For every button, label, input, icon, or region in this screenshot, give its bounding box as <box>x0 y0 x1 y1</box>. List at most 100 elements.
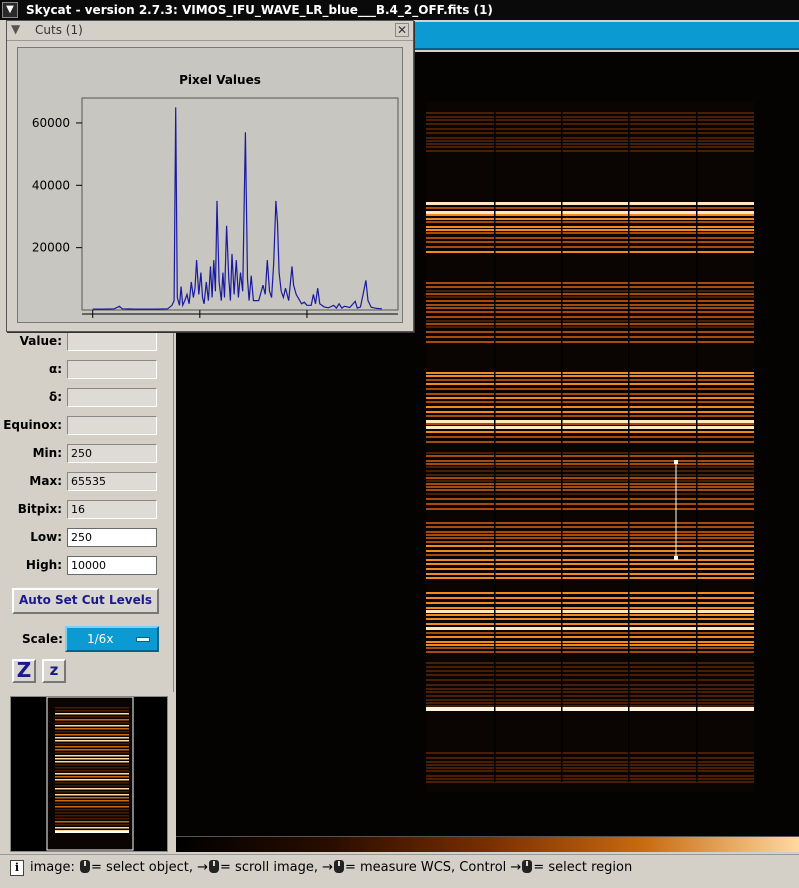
spectrum-band <box>426 636 754 638</box>
spectrum-band <box>426 211 754 214</box>
spectrum-band <box>426 290 754 292</box>
spectrum-band <box>426 632 754 634</box>
panner-band <box>55 710 129 712</box>
equinox-field <box>67 416 157 435</box>
spectrum-band <box>426 137 754 139</box>
info-icon: i <box>10 860 24 876</box>
spectrum-band <box>426 486 754 488</box>
spectrum-band <box>426 534 754 536</box>
spectrum-band <box>426 202 754 205</box>
pixel-values-graph[interactable]: Pixel Values 20000 40000 60000 0 200 400 <box>17 47 404 324</box>
spectrum-band <box>426 393 754 395</box>
panner-thumbnail[interactable] <box>10 696 168 852</box>
spectrum-band <box>426 466 754 468</box>
x-tick-label: 400 <box>295 323 318 324</box>
spectrum-band <box>426 221 754 223</box>
panner-band <box>55 779 129 781</box>
spectrum-band <box>426 770 754 772</box>
spectrum-band <box>426 480 754 482</box>
panner-band <box>55 740 129 742</box>
spectrum-band <box>426 699 754 701</box>
spectrum-band <box>426 545 754 547</box>
x-tick-label: 0 <box>89 323 97 324</box>
spectrum-band <box>426 767 754 769</box>
spectrum-band <box>426 707 754 711</box>
spectrum-band <box>426 282 754 284</box>
scale-select[interactable]: 1/6x <box>65 626 159 652</box>
panner-band <box>55 773 129 775</box>
high-cut-input[interactable]: 10000 <box>67 556 157 575</box>
spectrum-band <box>426 477 754 479</box>
colorbar[interactable] <box>176 836 799 852</box>
status-part: = measure WCS, Control → <box>344 860 522 875</box>
field-max: Max: 65535 <box>6 472 174 492</box>
panner-band <box>55 818 129 820</box>
spectrum-band <box>426 307 754 309</box>
marker-handle[interactable] <box>674 556 678 560</box>
spectrum-band <box>426 651 754 653</box>
panner-band <box>55 803 129 805</box>
spectrum-band <box>426 691 754 693</box>
cuts-dialog-titlebar[interactable]: ▼ Cuts (1) ✕ <box>7 21 413 41</box>
fiber-gap <box>561 112 563 782</box>
low-cut-input[interactable]: 250 <box>67 528 157 547</box>
zoom-in-button[interactable]: Z <box>12 659 36 683</box>
pixel-values-chart[interactable]: Pixel Values 20000 40000 60000 0 200 400 <box>18 48 404 324</box>
panner-band <box>55 749 129 751</box>
chevron-down-icon[interactable]: ▼ <box>11 22 20 36</box>
spectrum-band <box>426 326 754 328</box>
spectrum-band <box>426 761 754 763</box>
spectrum-band <box>426 554 754 556</box>
panner-band <box>55 791 129 793</box>
panner-band <box>55 806 129 808</box>
dec-field <box>67 388 157 407</box>
field-label: High: <box>25 558 62 572</box>
spectrum-band <box>426 522 754 524</box>
spectrum-band <box>426 597 754 599</box>
spectrum-band <box>426 627 754 630</box>
status-bar: i image: = select object, → = scroll imag… <box>0 854 799 888</box>
field-equinox: Equinox: <box>3 416 174 436</box>
zoom-out-button[interactable]: z <box>42 659 66 683</box>
chevron-down-icon[interactable]: ▼ <box>2 2 18 18</box>
status-part: = select object, → <box>91 860 209 875</box>
spectrum-band <box>426 531 754 533</box>
spectrum-band <box>426 775 754 777</box>
spectrum-band <box>426 214 754 216</box>
cuts-dialog-title: Cuts (1) <box>35 23 83 37</box>
spectrum-band <box>426 644 754 646</box>
spectrum-band <box>426 379 754 381</box>
spectrum-band <box>426 702 754 704</box>
value-field <box>67 332 157 351</box>
panner-band <box>55 812 129 814</box>
spectrum-band <box>426 229 754 231</box>
panner-band <box>55 725 129 727</box>
spectrum-band <box>426 452 754 454</box>
close-icon[interactable]: ✕ <box>395 23 409 37</box>
max-field: 65535 <box>67 472 157 491</box>
spectrum-band <box>426 411 754 413</box>
spectrum-band <box>426 559 754 561</box>
spectrum-band <box>426 470 754 472</box>
mouse-left-icon <box>522 860 533 873</box>
main-window-titlebar[interactable]: ▼ Skycat - version 2.7.3: VIMOS_IFU_WAVE… <box>0 0 799 20</box>
cuts-dialog[interactable]: ▼ Cuts (1) ✕ Pixel Values 20000 40000 60000… <box>6 20 414 332</box>
spectrum-band <box>426 489 754 491</box>
spectrum-band <box>426 563 754 565</box>
marker-handle[interactable] <box>674 460 678 464</box>
spectrum-band <box>426 237 754 239</box>
panner-band <box>55 734 129 736</box>
panner-band <box>55 785 129 787</box>
spectrum-band <box>426 679 754 681</box>
spectrum-band <box>426 684 754 686</box>
menu-bar[interactable] <box>410 22 799 50</box>
spectrum-band <box>426 372 754 374</box>
panner-band <box>55 746 129 748</box>
panner-band <box>55 782 129 784</box>
fiber-gap <box>494 112 496 782</box>
spectrum-band <box>426 375 754 377</box>
panner-band <box>55 752 129 754</box>
auto-set-cut-levels-button[interactable]: Auto Set Cut Levels <box>12 588 159 614</box>
panner-image[interactable] <box>11 696 167 851</box>
field-label: Low: <box>30 530 62 544</box>
